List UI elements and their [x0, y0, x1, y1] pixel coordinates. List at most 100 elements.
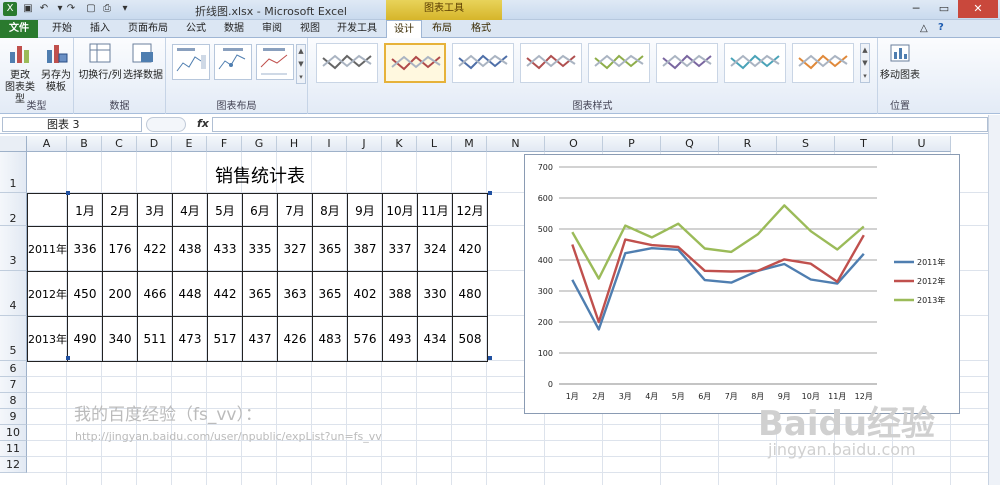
- tab-home[interactable]: 开始: [44, 20, 80, 38]
- data-cell[interactable]: 365: [312, 271, 348, 317]
- chart-layout-2[interactable]: [214, 44, 252, 80]
- data-cell[interactable]: 422: [137, 226, 173, 272]
- tab-format[interactable]: 格式: [462, 20, 500, 38]
- column-header-P[interactable]: P: [603, 136, 661, 152]
- name-box[interactable]: 图表 3: [2, 117, 142, 132]
- column-header-H[interactable]: H: [277, 136, 312, 152]
- tab-layout[interactable]: 布局: [424, 20, 460, 38]
- row-header-8[interactable]: 8: [0, 393, 27, 409]
- data-cell[interactable]: 327: [277, 226, 313, 272]
- help-icon[interactable]: ?: [938, 22, 944, 33]
- month-header-cell[interactable]: 9月: [347, 193, 383, 227]
- data-cell[interactable]: 448: [172, 271, 208, 317]
- column-header-C[interactable]: C: [102, 136, 137, 152]
- data-cell[interactable]: 511: [137, 316, 173, 362]
- data-cell[interactable]: 517: [207, 316, 243, 362]
- tab-review[interactable]: 审阅: [254, 20, 290, 38]
- year-label-cell[interactable]: 2013年: [27, 316, 68, 362]
- row-header-5[interactable]: 5: [0, 316, 27, 361]
- data-cell[interactable]: 335: [242, 226, 278, 272]
- month-header-cell[interactable]: 6月: [242, 193, 278, 227]
- data-cell[interactable]: 483: [312, 316, 348, 362]
- tab-developer[interactable]: 开发工具: [332, 20, 382, 38]
- year-label-cell[interactable]: 2011年: [27, 226, 68, 272]
- chart-layout-3[interactable]: [256, 44, 294, 80]
- data-cell[interactable]: 473: [172, 316, 208, 362]
- column-header-N[interactable]: N: [487, 136, 545, 152]
- data-cell[interactable]: 176: [102, 226, 138, 272]
- data-cell[interactable]: 508: [452, 316, 488, 362]
- chart-style-8[interactable]: [792, 43, 854, 83]
- column-header-E[interactable]: E: [172, 136, 207, 152]
- column-header-T[interactable]: T: [835, 136, 893, 152]
- row-header-9[interactable]: 9: [0, 409, 27, 425]
- style-gallery-scroll[interactable]: ▲ ▼ ▾: [860, 43, 870, 83]
- data-cell[interactable]: 490: [67, 316, 103, 362]
- tab-design[interactable]: 设计: [386, 20, 422, 39]
- undo-icon[interactable]: ↶: [37, 2, 51, 16]
- switch-row-column-button[interactable]: 切换行/列: [78, 42, 122, 82]
- month-header-cell[interactable]: 10月: [382, 193, 418, 227]
- tab-view[interactable]: 视图: [292, 20, 328, 38]
- chart-area[interactable]: 0 100 200 300 400 500 600 700 1月 2月 3月 4月 5月 6月 7月 8月 9月…: [524, 154, 960, 414]
- month-header-cell[interactable]: 12月: [452, 193, 488, 227]
- chart-style-4[interactable]: [520, 43, 582, 83]
- maximize-icon[interactable]: ▭: [930, 0, 958, 18]
- chart-style-2[interactable]: [384, 43, 446, 83]
- close-icon[interactable]: ✕: [958, 0, 998, 18]
- column-header-B[interactable]: B: [67, 136, 102, 152]
- redo-icon[interactable]: ↷: [64, 2, 78, 16]
- data-cell[interactable]: 438: [172, 226, 208, 272]
- column-header-L[interactable]: L: [417, 136, 452, 152]
- column-header-U[interactable]: U: [893, 136, 951, 152]
- tab-insert[interactable]: 插入: [82, 20, 118, 38]
- print-preview-icon[interactable]: ⎙: [100, 2, 114, 16]
- tab-data[interactable]: 数据: [216, 20, 252, 38]
- row-header-2[interactable]: 2: [0, 193, 27, 226]
- data-cell[interactable]: 402: [347, 271, 383, 317]
- column-header-I[interactable]: I: [312, 136, 347, 152]
- column-header-Q[interactable]: Q: [661, 136, 719, 152]
- selection-handle[interactable]: [488, 191, 492, 195]
- data-cell[interactable]: 420: [452, 226, 488, 272]
- ribbon-minimize-icon[interactable]: △: [920, 23, 928, 34]
- tab-page-layout[interactable]: 页面布局: [122, 20, 174, 38]
- data-cell[interactable]: 450: [67, 271, 103, 317]
- chart-layout-1[interactable]: [172, 44, 210, 80]
- column-header-F[interactable]: F: [207, 136, 242, 152]
- insert-function-icon[interactable]: fx: [197, 117, 209, 130]
- minimize-icon[interactable]: ─: [902, 0, 930, 18]
- column-header-O[interactable]: O: [545, 136, 603, 152]
- formula-bar-splitter[interactable]: [146, 117, 186, 132]
- row-header-12[interactable]: 12: [0, 457, 27, 473]
- layout-gallery-scroll[interactable]: ▲ ▼ ▾: [296, 44, 306, 84]
- tab-formulas[interactable]: 公式: [178, 20, 214, 38]
- month-header-cell[interactable]: 3月: [137, 193, 173, 227]
- column-header-J[interactable]: J: [347, 136, 382, 152]
- data-cell[interactable]: 493: [382, 316, 418, 362]
- column-header-S[interactable]: S: [777, 136, 835, 152]
- sheet-title[interactable]: 销售统计表: [165, 162, 355, 188]
- row-header-10[interactable]: 10: [0, 425, 27, 441]
- move-chart-button[interactable]: 移动图表: [880, 42, 920, 82]
- data-cell[interactable]: 576: [347, 316, 383, 362]
- month-header-cell[interactable]: 11月: [417, 193, 453, 227]
- select-all-corner[interactable]: [0, 136, 27, 152]
- row-header-1[interactable]: 1: [0, 152, 27, 193]
- chart-style-7[interactable]: [724, 43, 786, 83]
- formula-input[interactable]: [212, 117, 988, 132]
- data-cell[interactable]: 365: [312, 226, 348, 272]
- column-header-G[interactable]: G: [242, 136, 277, 152]
- customize-toolbar-icon[interactable]: ▾: [118, 2, 132, 16]
- data-cell[interactable]: 200: [102, 271, 138, 317]
- select-data-button[interactable]: 选择数据: [122, 42, 164, 82]
- month-header-cell[interactable]: 8月: [312, 193, 348, 227]
- data-cell[interactable]: 363: [277, 271, 313, 317]
- tab-file[interactable]: 文件: [0, 20, 38, 38]
- data-cell[interactable]: 336: [67, 226, 103, 272]
- data-cell[interactable]: 387: [347, 226, 383, 272]
- month-header-cell[interactable]: 2月: [102, 193, 138, 227]
- row-header-11[interactable]: 11: [0, 441, 27, 457]
- data-cell[interactable]: 365: [242, 271, 278, 317]
- data-cell[interactable]: 480: [452, 271, 488, 317]
